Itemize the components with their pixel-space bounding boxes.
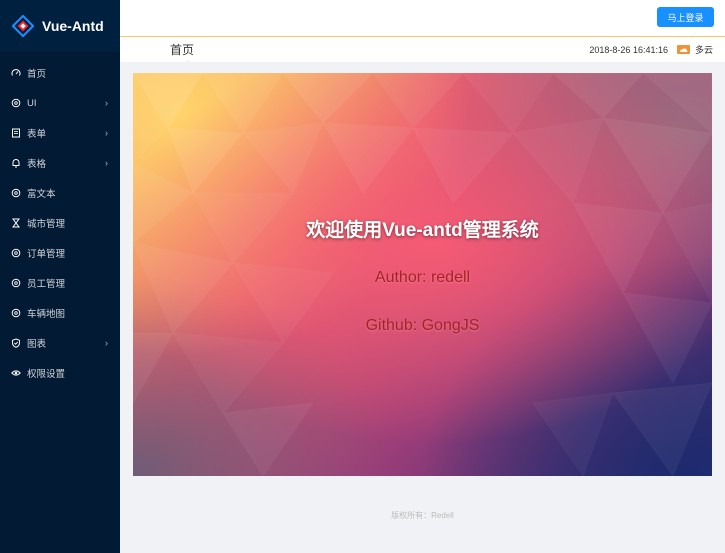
sidebar-item-table[interactable]: 表格 › (0, 148, 120, 178)
sidebar-item-label: 富文本 (27, 189, 56, 200)
top-header: 马上登录 (120, 0, 725, 37)
page-title: 首页 (170, 43, 195, 57)
sidebar-item-label: 员工管理 (27, 279, 66, 290)
setting-icon (10, 307, 22, 319)
sidebar-item-label: UI (27, 97, 37, 109)
chevron-right-icon: › (105, 338, 108, 348)
login-button[interactable]: 马上登录 (657, 7, 714, 27)
logo[interactable]: Vue-Antd (0, 0, 120, 52)
github-text: Github: GongJS (365, 317, 480, 334)
weather-info: 2018-8-26 16:41:16 多云 (589, 43, 713, 56)
setting-icon (10, 97, 22, 109)
sidebar-item-vehicle-map[interactable]: 车辆地图 (0, 298, 120, 328)
sidebar-item-city[interactable]: 城市管理 (0, 208, 120, 238)
chevron-right-icon: › (105, 158, 108, 168)
sidebar-item-label: 权限设置 (27, 369, 66, 380)
welcome-banner: 欢迎使用Vue-antd管理系统 Author: redell Github: … (133, 73, 712, 476)
sidebar-menu: 首页 UI › 表单 › 表格 › 富文本 城市管理 订单管理 员工管理 车辆地… (0, 52, 120, 388)
sidebar-item-home[interactable]: 首页 (0, 58, 120, 88)
breadcrumb-bar: 首页 2018-8-26 16:41:16 多云 (120, 37, 725, 65)
cloudy-weather-icon (676, 45, 690, 54)
sidebar-item-permissions[interactable]: 权限设置 (0, 358, 120, 388)
welcome-heading: 欢迎使用Vue-antd管理系统 (306, 220, 539, 241)
sidebar-item-label: 图表 (27, 339, 47, 350)
shield-check-icon (10, 337, 22, 349)
footer-copyright: 版权所有：Redell (391, 511, 454, 520)
sidebar-item-label: 城市管理 (27, 219, 66, 230)
dashboard-icon (10, 67, 22, 79)
sidebar-item-label: 首页 (27, 69, 47, 80)
chevron-right-icon: › (105, 128, 108, 138)
sidebar-item-label: 表格 (27, 159, 47, 170)
eye-icon (10, 367, 22, 379)
author-text: Author: redell (374, 269, 471, 286)
sidebar-item-charts[interactable]: 图表 › (0, 328, 120, 358)
sidebar-item-label: 表单 (27, 129, 47, 140)
setting-icon (10, 277, 22, 289)
file-icon (10, 127, 22, 139)
setting-icon (10, 187, 22, 199)
sidebar-item-staff[interactable]: 员工管理 (0, 268, 120, 298)
sidebar: Vue-Antd 首页 UI › 表单 › 表格 › 富文本 城市管理 订单管理… (0, 0, 120, 553)
antd-logo-icon (12, 15, 34, 37)
weather-text: 多云 (694, 45, 713, 55)
app-name: Vue-Antd (42, 18, 104, 34)
bell-icon (10, 157, 22, 169)
datetime: 2018-8-26 16:41:16 (589, 44, 668, 55)
sidebar-item-ui[interactable]: UI › (0, 88, 120, 118)
sidebar-item-label: 订单管理 (27, 249, 66, 260)
hourglass-icon (10, 217, 22, 229)
setting-icon (10, 247, 22, 259)
sidebar-item-label: 车辆地图 (27, 309, 66, 320)
sidebar-item-form[interactable]: 表单 › (0, 118, 120, 148)
sidebar-item-rich-text[interactable]: 富文本 (0, 178, 120, 208)
sidebar-item-order[interactable]: 订单管理 (0, 238, 120, 268)
chevron-right-icon: › (105, 98, 108, 108)
